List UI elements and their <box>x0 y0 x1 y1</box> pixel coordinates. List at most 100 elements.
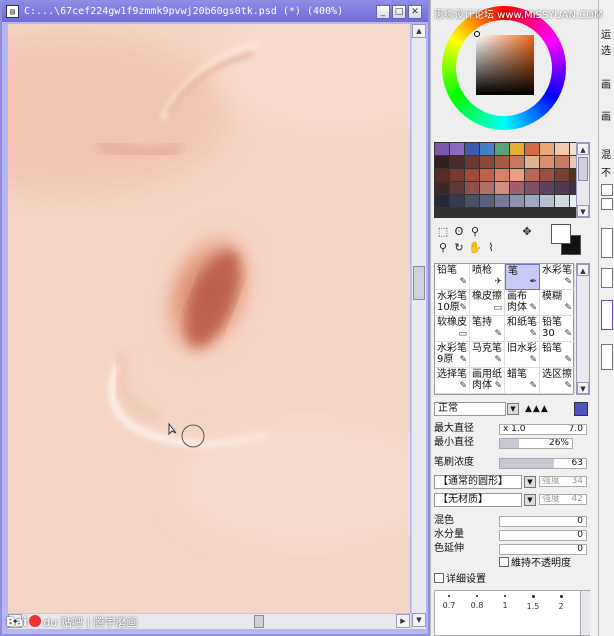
color-swatch[interactable] <box>450 195 464 207</box>
brush-slot[interactable]: 喷枪 ✈ <box>470 264 505 290</box>
color-swatch[interactable] <box>540 143 554 155</box>
brush-shape-square[interactable] <box>574 402 588 416</box>
brush-scrollbar[interactable]: ▲ ▼ <box>576 263 590 395</box>
water-slider[interactable]: 0 <box>499 530 587 541</box>
brush-slot[interactable]: 铅笔 ✎ <box>435 264 470 290</box>
brush-scroll-up[interactable]: ▲ <box>577 264 589 276</box>
color-swatch[interactable] <box>540 195 554 207</box>
close-button[interactable]: ✕ <box>408 5 422 19</box>
shape-strength-field[interactable]: 强度 34 <box>539 476 587 487</box>
color-swatch[interactable] <box>450 143 464 155</box>
keep-opacity-box[interactable] <box>499 557 509 567</box>
color-swatch[interactable] <box>480 195 494 207</box>
brush-shape-buttons[interactable]: ▲▲▲ <box>525 403 575 415</box>
swatch-scroll-thumb[interactable] <box>578 157 588 181</box>
scroll-right-button[interactable]: ▶ <box>396 614 410 628</box>
color-swatch[interactable] <box>495 143 509 155</box>
vertical-scroll-thumb[interactable] <box>413 266 425 300</box>
brush-slot[interactable]: 笔持 ✎ <box>470 316 505 342</box>
color-swatch[interactable] <box>510 169 524 181</box>
size-preset-0.7[interactable]: 0.7 <box>437 595 461 610</box>
color-swatch[interactable] <box>525 143 539 155</box>
eyedropper-icon[interactable]: ⌇ <box>483 240 499 256</box>
color-swatch[interactable] <box>540 169 554 181</box>
brush-shape-dropdown-icon[interactable]: ▼ <box>524 476 536 488</box>
color-swatch[interactable] <box>510 182 524 194</box>
foreground-color[interactable] <box>551 224 571 244</box>
size-preset-1[interactable]: 1 <box>493 595 517 610</box>
color-swatch[interactable] <box>555 169 569 181</box>
color-swatch[interactable] <box>435 195 449 207</box>
select-rect-icon[interactable]: ⬚ <box>435 224 451 240</box>
swatch-scroll-down[interactable]: ▼ <box>577 205 589 217</box>
color-swatch[interactable] <box>495 195 509 207</box>
color-swatch[interactable] <box>450 156 464 168</box>
min-size-slider[interactable]: 26% <box>499 438 573 449</box>
blend-mode-dropdown-icon[interactable]: ▼ <box>507 403 519 415</box>
brush-shape-select[interactable]: 【通常的圆形】 <box>434 475 522 489</box>
color-swatch[interactable] <box>465 156 479 168</box>
brush-slot[interactable]: 铅笔 ✎ <box>540 342 575 368</box>
swatch-scrollbar[interactable]: ▲ ▼ <box>576 142 590 218</box>
move-icon[interactable]: ✥ <box>519 224 535 240</box>
color-swatch[interactable] <box>555 182 569 194</box>
color-swatch[interactable] <box>465 169 479 181</box>
color-swatch[interactable] <box>465 143 479 155</box>
window-titlebar[interactable]: ▤ C:...\67cef224gw1f9zmmk9pvwj20b60gs0tk… <box>2 2 428 22</box>
swatch-scroll-up[interactable]: ▲ <box>577 143 589 155</box>
color-swatch[interactable] <box>480 169 494 181</box>
color-swatch[interactable] <box>435 143 449 155</box>
blend-mode-select[interactable]: 正常 <box>434 402 506 416</box>
minimize-button[interactable]: _ <box>376 5 390 19</box>
color-swatch[interactable] <box>510 195 524 207</box>
color-swatch[interactable] <box>540 182 554 194</box>
maximize-button[interactable]: □ <box>392 5 406 19</box>
layer-button-1[interactable] <box>601 228 613 258</box>
magic-wand-icon[interactable]: ⚲ <box>467 224 483 240</box>
layer-thumb-2[interactable] <box>601 344 613 370</box>
scroll-down-button[interactable]: ▼ <box>412 613 426 627</box>
strip-checkbox-2[interactable] <box>601 198 613 210</box>
density-slider[interactable]: 63 <box>499 458 587 469</box>
color-swatch[interactable] <box>480 182 494 194</box>
color-swatch[interactable] <box>465 195 479 207</box>
brush-slot[interactable]: 画布 肉体 ✎ <box>505 290 540 316</box>
color-swatch[interactable] <box>450 182 464 194</box>
color-swatch[interactable] <box>435 169 449 181</box>
zoom-icon[interactable]: ⚲ <box>435 240 451 256</box>
size-preset-0.8[interactable]: 0.8 <box>465 595 489 610</box>
color-indicator[interactable] <box>549 224 589 260</box>
color-swatch[interactable] <box>450 169 464 181</box>
color-swatch[interactable] <box>525 156 539 168</box>
saturation-value-box[interactable] <box>476 35 534 95</box>
brush-slot[interactable]: 水彩笔 10原 ✎ <box>435 290 470 316</box>
color-swatch[interactable] <box>495 156 509 168</box>
scroll-up-button[interactable]: ▲ <box>412 24 426 38</box>
color-swatch[interactable] <box>525 195 539 207</box>
texture-dropdown-icon[interactable]: ▼ <box>524 494 536 506</box>
size-slider[interactable]: x 1.0 7.0 <box>499 424 587 435</box>
brush-slot[interactable]: 选择笔 ✎ <box>435 368 470 394</box>
color-swatch[interactable] <box>480 143 494 155</box>
brush-slot[interactable]: 铅笔30 ✎ <box>540 316 575 342</box>
brush-slot[interactable]: 水彩笔 ✎ <box>540 264 575 290</box>
layer-thumb-1[interactable] <box>601 300 613 330</box>
color-swatch[interactable] <box>525 182 539 194</box>
brush-slot[interactable]: 旧水彩 ✎ <box>505 342 540 368</box>
color-swatch[interactable] <box>435 182 449 194</box>
brush-slot[interactable]: 水彩笔 9原 ✎ <box>435 342 470 368</box>
size-preset-1.5[interactable]: 1.5 <box>521 595 545 611</box>
detail-settings-box[interactable] <box>434 573 444 583</box>
color-swatch[interactable] <box>525 169 539 181</box>
brush-slot[interactable]: 选区擦 ✎ <box>540 368 575 394</box>
color-swatch[interactable] <box>555 143 569 155</box>
brush-slot[interactable]: 蜡笔 ✎ <box>505 368 540 394</box>
texture-strength-field[interactable]: 强度 42 <box>539 494 587 505</box>
horizontal-scroll-thumb[interactable] <box>254 615 264 628</box>
color-swatch[interactable] <box>510 143 524 155</box>
color-swatch[interactable] <box>495 169 509 181</box>
color-stretch-slider[interactable]: 0 <box>499 544 587 555</box>
color-swatch[interactable] <box>480 156 494 168</box>
color-swatch[interactable] <box>555 195 569 207</box>
color-swatch[interactable] <box>540 156 554 168</box>
